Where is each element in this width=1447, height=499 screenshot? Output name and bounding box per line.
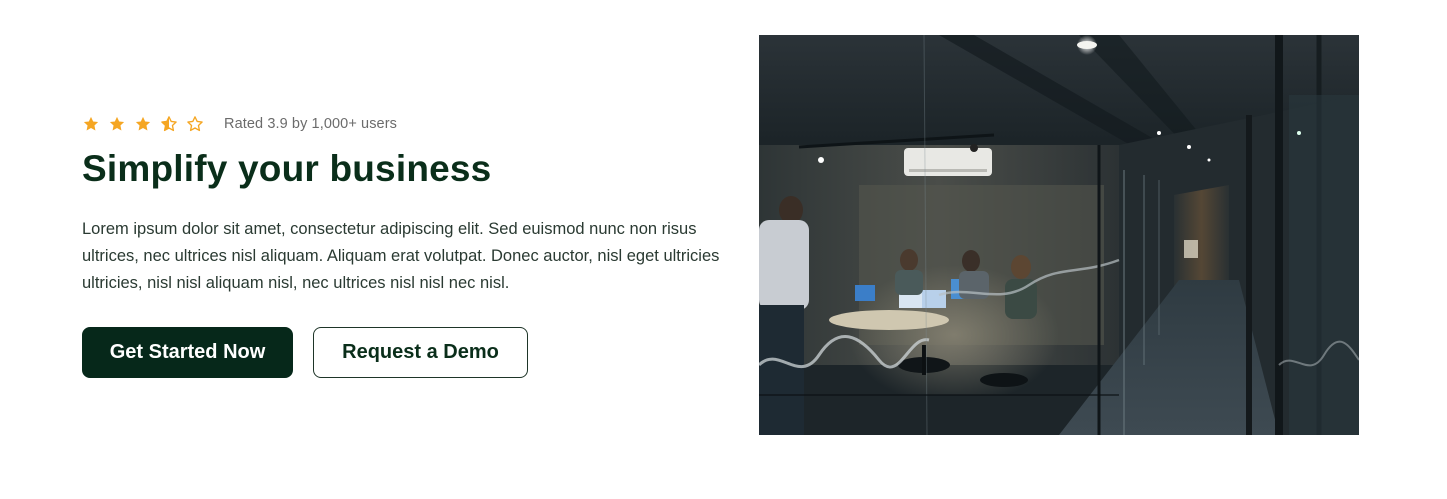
star-full-icon <box>135 116 151 131</box>
request-demo-button[interactable]: Request a Demo <box>313 327 528 378</box>
office-meeting-photo <box>759 35 1359 435</box>
hero-section: Rated 3.9 by 1,000+ users Simplify your … <box>0 0 1447 499</box>
hero-title: Simplify your business <box>82 148 492 189</box>
star-full-icon <box>109 116 125 131</box>
rating-row: Rated 3.9 by 1,000+ users <box>82 112 732 136</box>
hero-content: Rated 3.9 by 1,000+ users Simplify your … <box>82 112 732 378</box>
star-full-icon <box>83 116 99 131</box>
rating-text: Rated 3.9 by 1,000+ users <box>224 116 397 132</box>
get-started-button[interactable]: Get Started Now <box>82 327 293 378</box>
star-half-icon <box>161 116 177 132</box>
hero-description: Lorem ipsum dolor sit amet, consectetur … <box>82 220 720 292</box>
star-rating <box>82 115 204 133</box>
hero-actions: Get Started Now Request a Demo <box>82 327 732 378</box>
star-empty-icon <box>187 116 203 132</box>
